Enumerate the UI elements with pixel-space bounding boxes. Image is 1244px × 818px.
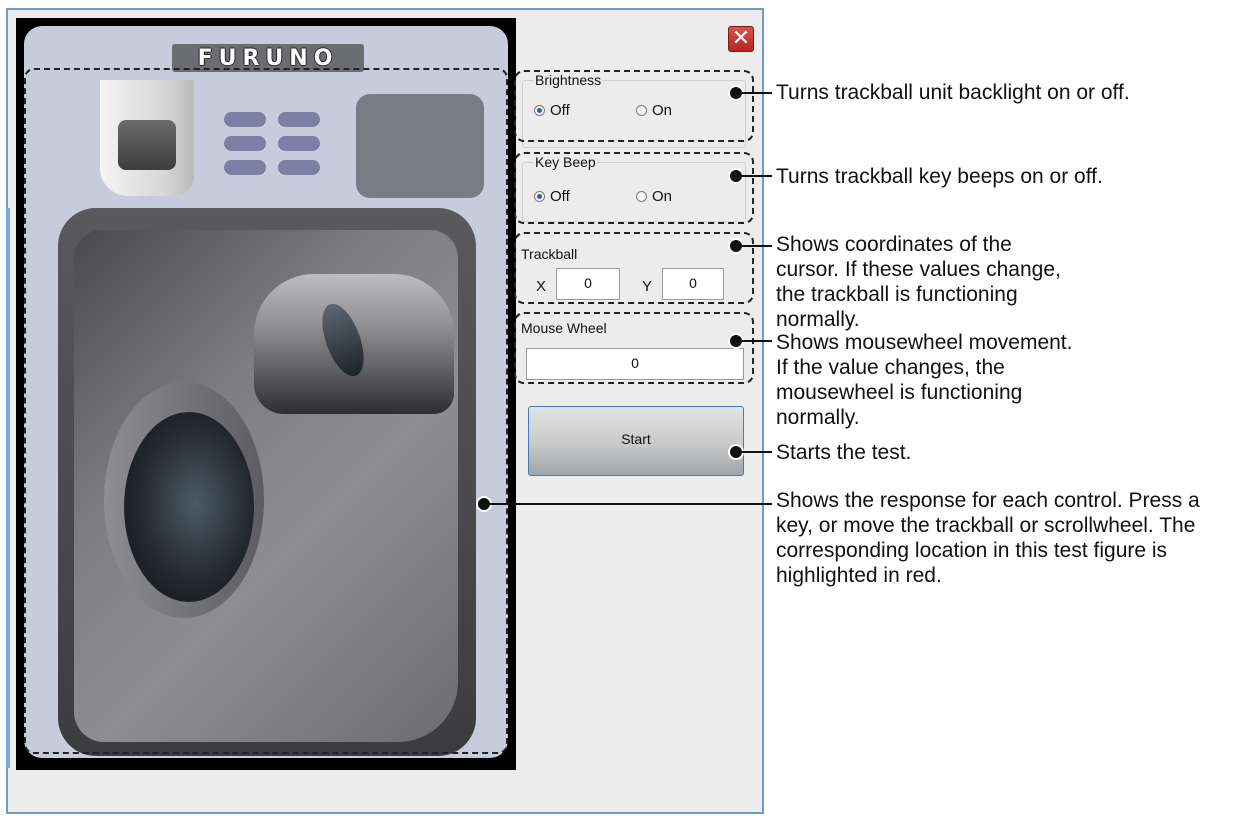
start-button[interactable]: Start [528,406,744,476]
figure-highlight-outline [24,68,508,754]
callout-dot-figure [478,498,490,510]
callout-dot-mouse-wheel [730,335,742,347]
callout-text-mouse-wheel: Shows mousewheel movement. If the value … [776,331,1073,429]
callout-line-key-beep [742,175,772,177]
close-icon: ✕ [731,25,751,50]
brightness-highlight-outline [514,70,754,142]
callout-text-trackball: Shows coordinates of the cursor. If thes… [776,233,1061,331]
callout-text-brightness: Turns trackball unit backlight on or off… [776,81,1130,104]
callout-text-start: Starts the test. [776,441,912,464]
key-beep-highlight-outline [514,152,754,224]
callout-line-mouse-wheel [742,340,772,342]
callout-dot-brightness [730,87,742,99]
callout-dot-key-beep [730,170,742,182]
callout-text-key-beep: Turns trackball key beeps on or off. [776,165,1103,188]
trackball-highlight-outline [514,232,754,304]
callout-line-start [742,451,772,453]
callout-line-trackball [742,245,772,247]
mouse-wheel-highlight-outline [514,312,754,384]
callout-line-brightness [742,92,772,94]
logo-text: FURUNO [197,45,339,71]
callout-dot-trackball [730,240,742,252]
callout-line-figure [490,503,772,505]
close-button[interactable]: ✕ [728,26,754,52]
callout-text-figure: Shows the response for each control. Pre… [776,489,1200,587]
callout-dot-start [730,446,742,458]
